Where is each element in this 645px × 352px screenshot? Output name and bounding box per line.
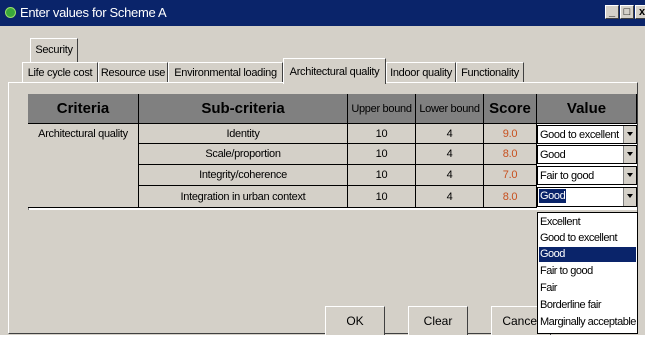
chevron-down-icon[interactable] (623, 188, 636, 206)
upper-bound-cell: 10 (348, 124, 416, 144)
close-button[interactable]: x (635, 5, 645, 19)
value-select-text: Good (540, 149, 566, 161)
upper-bound-cell: 10 (348, 144, 416, 165)
lower-bound-cell: 4 (416, 144, 484, 165)
chevron-down-icon[interactable] (623, 146, 636, 163)
header-upper-bound: Upper bound (348, 94, 416, 124)
tab-indoor-quality[interactable]: Indoor quality (386, 62, 456, 83)
tab-functionality[interactable]: Functionality (456, 62, 524, 83)
sub-criteria-cell: Scale/proportion (139, 144, 348, 165)
upper-bound-cell: 10 (348, 165, 416, 186)
ok-button[interactable]: OK (325, 306, 385, 335)
value-select-focused[interactable]: Good (537, 187, 637, 207)
value-select[interactable]: Fair to good (537, 166, 637, 185)
dialog-window: Enter values for Scheme A _ □ x Security… (0, 0, 645, 335)
value-dropdown-list[interactable]: Excellent Good to excellent Good Fair to… (537, 212, 638, 334)
header-value: Value (537, 94, 637, 124)
score-cell: 9.0 (484, 124, 537, 144)
title-bar[interactable]: Enter values for Scheme A _ □ x (0, 0, 645, 26)
sub-criteria-cell: Integrity/coherence (139, 165, 348, 186)
dropdown-option[interactable]: Excellent (539, 215, 636, 230)
header-sub-criteria: Sub-criteria (139, 94, 348, 124)
value-select[interactable]: Good to excellent (537, 125, 637, 144)
sub-criteria-cell: Integration in urban context (139, 186, 348, 208)
clear-button[interactable]: Clear (408, 306, 468, 335)
sub-criteria-cell: Identity (139, 124, 348, 144)
window-title: Enter values for Scheme A (20, 5, 167, 20)
lower-bound-cell: 4 (416, 186, 484, 208)
header-lower-bound: Lower bound (416, 94, 484, 124)
app-icon (5, 7, 16, 18)
criteria-cell: Architectural quality (28, 124, 139, 208)
chevron-down-icon[interactable] (623, 126, 636, 143)
tab-resource-use[interactable]: Resource use (98, 62, 168, 83)
tab-environmental-loading[interactable]: Environmental loading (168, 62, 283, 83)
value-select-text: Good (539, 189, 567, 203)
dropdown-option[interactable]: Fair (539, 281, 636, 296)
value-select-text: Fair to good (540, 170, 594, 182)
value-select-text: Good to excellent (540, 129, 619, 141)
value-select[interactable]: Good (537, 145, 637, 164)
header-score: Score (484, 94, 537, 124)
score-cell: 8.0 (484, 186, 537, 208)
minimize-button[interactable]: _ (605, 5, 619, 19)
dropdown-option[interactable]: Borderline fair (539, 298, 636, 313)
header-criteria: Criteria (28, 94, 139, 124)
dropdown-option[interactable]: Fair to good (539, 264, 636, 279)
lower-bound-cell: 4 (416, 124, 484, 144)
dropdown-option-selected[interactable]: Good (539, 247, 636, 262)
dropdown-option[interactable]: Marginally acceptable (539, 315, 636, 330)
score-cell: 8.0 (484, 144, 537, 165)
tab-security[interactable]: Security (30, 38, 78, 62)
tab-life-cycle-cost[interactable]: Life cycle cost (22, 62, 98, 83)
chevron-down-icon[interactable] (623, 167, 636, 184)
dropdown-option[interactable]: Good to excellent (539, 231, 636, 246)
lower-bound-cell: 4 (416, 165, 484, 186)
score-cell: 7.0 (484, 165, 537, 186)
tab-architectural-quality[interactable]: Architectural quality (283, 58, 386, 84)
maximize-button[interactable]: □ (620, 5, 634, 19)
upper-bound-cell: 10 (348, 186, 416, 208)
